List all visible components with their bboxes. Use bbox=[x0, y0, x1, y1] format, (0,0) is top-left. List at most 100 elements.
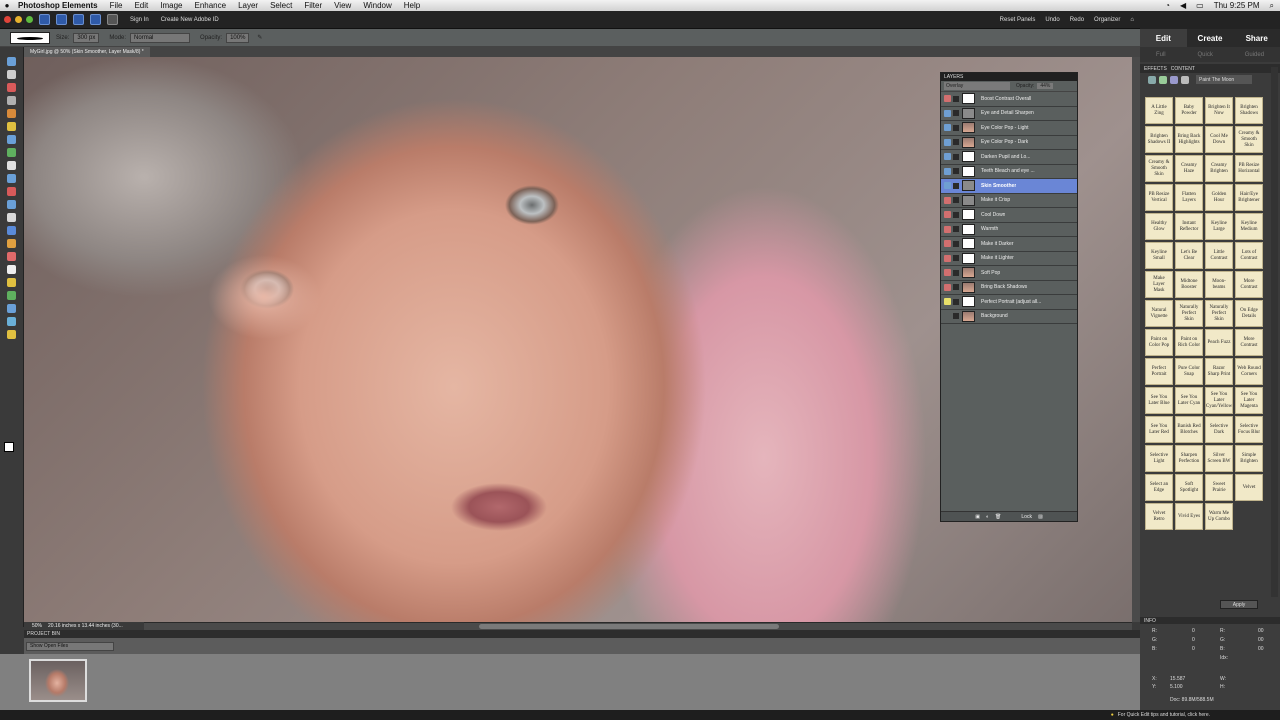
layer-opacity-field[interactable]: 44% bbox=[1037, 83, 1054, 89]
layer-visibility-icon[interactable] bbox=[944, 109, 951, 117]
effect-thumbnail[interactable]: Selective Light bbox=[1145, 445, 1173, 472]
layer-link-icon[interactable] bbox=[953, 110, 959, 117]
mode-select[interactable]: Normal bbox=[130, 32, 191, 43]
gradient-tool-icon[interactable] bbox=[7, 291, 16, 300]
effect-thumbnail[interactable]: Velvet bbox=[1235, 474, 1263, 501]
marquee-tool-icon[interactable] bbox=[7, 109, 16, 118]
layer-row[interactable]: Teeth Bleach and eye ... bbox=[941, 165, 1077, 179]
menu-image[interactable]: Image bbox=[160, 1, 182, 10]
layer-link-icon[interactable] bbox=[953, 197, 959, 204]
eraser-tool-icon[interactable] bbox=[7, 226, 16, 235]
tab-quick[interactable]: Quick bbox=[1197, 52, 1212, 58]
layer-row[interactable]: Perfect Portrait (adjust all... bbox=[941, 295, 1077, 310]
battery-icon[interactable]: ▭ bbox=[1196, 1, 1204, 10]
layer-row[interactable]: Background bbox=[941, 310, 1077, 324]
layer-row[interactable]: Boost Contrast Overall bbox=[941, 92, 1077, 107]
effect-thumbnail[interactable]: Moon-beams bbox=[1205, 271, 1233, 298]
effect-thumbnail[interactable]: Midtone Booster bbox=[1175, 271, 1203, 298]
effect-thumbnail[interactable]: Banish Red Blotches bbox=[1175, 416, 1203, 443]
layer-link-icon[interactable] bbox=[953, 313, 959, 320]
layer-row[interactable]: Eye Color Pop - Dark bbox=[941, 136, 1077, 150]
effect-thumbnail[interactable]: See You Later Blue bbox=[1145, 387, 1173, 414]
tab-create[interactable]: Create bbox=[1187, 29, 1234, 47]
layer-row[interactable]: Eye and Detail Sharpen bbox=[941, 107, 1077, 121]
document-tab[interactable]: MyGirl.jpg @ 50% (Skin Smoother, Layer M… bbox=[24, 47, 150, 57]
layer-visibility-icon[interactable] bbox=[944, 167, 951, 175]
menu-file[interactable]: File bbox=[110, 1, 123, 10]
effect-thumbnail[interactable]: Brighten Shadows II bbox=[1145, 126, 1173, 153]
effect-thumbnail[interactable]: Cool Me Down bbox=[1205, 126, 1233, 153]
sponge-tool-icon[interactable] bbox=[7, 330, 16, 339]
layer-link-icon[interactable] bbox=[953, 284, 959, 291]
create-id-link[interactable]: Create New Adobe ID bbox=[161, 17, 219, 23]
effect-thumbnail[interactable]: Creamy & Smooth Skin bbox=[1235, 126, 1263, 153]
minimize-window-button[interactable] bbox=[15, 16, 22, 23]
save-icon[interactable] bbox=[73, 14, 84, 25]
effect-thumbnail[interactable]: Keyline Large bbox=[1205, 213, 1233, 240]
layer-visibility-icon[interactable] bbox=[944, 182, 951, 190]
redo-button[interactable]: Redo bbox=[1070, 17, 1084, 23]
effect-thumbnail[interactable]: See You Later Cyan bbox=[1175, 387, 1203, 414]
vertical-scrollbar[interactable] bbox=[1132, 57, 1140, 622]
effect-thumbnail[interactable]: Keyline Medium bbox=[1235, 213, 1263, 240]
effect-thumbnail[interactable]: Selective Dark bbox=[1205, 416, 1233, 443]
apple-icon[interactable]: ● bbox=[0, 1, 14, 10]
effect-thumbnail[interactable]: Silver Screen BW bbox=[1205, 445, 1233, 472]
effect-thumbnail[interactable]: Healthy Glow bbox=[1145, 213, 1173, 240]
layer-visibility-icon[interactable] bbox=[944, 240, 951, 248]
quick-edit-tip-link[interactable]: For Quick Edit tips and tutorial, click … bbox=[1118, 712, 1210, 718]
layer-row[interactable]: Make it Lighter bbox=[941, 252, 1077, 266]
tab-full[interactable]: Full bbox=[1156, 52, 1166, 58]
help-icon[interactable] bbox=[90, 14, 101, 25]
effect-thumbnail[interactable]: See You Later Magenta bbox=[1235, 387, 1263, 414]
sign-in-link[interactable]: Sign In bbox=[130, 17, 149, 23]
effect-thumbnail[interactable]: Paint on Color Pop bbox=[1145, 329, 1173, 356]
effect-thumbnail[interactable]: Keyline Small bbox=[1145, 242, 1173, 269]
effect-thumbnail[interactable]: Velvet Retro bbox=[1145, 503, 1173, 530]
layer-link-icon[interactable] bbox=[953, 240, 959, 247]
layer-row[interactable]: Soft Pop bbox=[941, 266, 1077, 281]
effect-thumbnail[interactable]: Lots of Contrast bbox=[1235, 242, 1263, 269]
layer-styles-icon[interactable] bbox=[1159, 75, 1167, 84]
effect-thumbnail[interactable]: See You Later Red bbox=[1145, 416, 1173, 443]
type-tool-icon[interactable] bbox=[7, 161, 16, 170]
menu-help[interactable]: Help bbox=[404, 1, 420, 10]
layer-visibility-icon[interactable] bbox=[944, 269, 951, 277]
photo-effects-icon[interactable] bbox=[1170, 75, 1178, 84]
layer-link-icon[interactable] bbox=[953, 168, 959, 175]
crop-tool-icon[interactable] bbox=[7, 174, 16, 183]
apply-button[interactable]: Apply bbox=[1220, 600, 1258, 609]
zoom-tool-icon[interactable] bbox=[7, 57, 16, 66]
effect-thumbnail[interactable]: Make Layer Mask bbox=[1145, 271, 1173, 298]
tab-content[interactable]: CONTENT bbox=[1171, 66, 1195, 72]
zoom-window-button[interactable] bbox=[26, 16, 33, 23]
spotlight-icon[interactable]: ⌕ bbox=[1270, 1, 1274, 11]
layer-visibility-icon[interactable] bbox=[944, 196, 951, 204]
effect-thumbnail[interactable]: Selective Focus Blur bbox=[1235, 416, 1263, 443]
tab-effects[interactable]: EFFECTS bbox=[1144, 66, 1167, 72]
effect-thumbnail[interactable]: Creamy Haze bbox=[1175, 155, 1203, 182]
menu-view[interactable]: View bbox=[334, 1, 351, 10]
layer-link-icon[interactable] bbox=[953, 124, 959, 131]
healing-brush-icon[interactable] bbox=[7, 200, 16, 209]
layer-row[interactable]: Eye Color Pop - Light bbox=[941, 121, 1077, 136]
menu-enhance[interactable]: Enhance bbox=[194, 1, 226, 10]
foreground-color-swatch[interactable] bbox=[4, 442, 14, 452]
layer-visibility-icon[interactable] bbox=[944, 283, 951, 291]
layer-visibility-icon[interactable] bbox=[944, 312, 951, 320]
effect-thumbnail[interactable]: Razor Sharp Print bbox=[1205, 358, 1233, 385]
organizer-button[interactable]: Organizer bbox=[1094, 17, 1120, 23]
effects-collection-select[interactable]: Paint The Moon bbox=[1196, 75, 1252, 84]
layer-row[interactable]: Cool Down bbox=[941, 208, 1077, 223]
new-file-icon[interactable] bbox=[39, 14, 50, 25]
effect-thumbnail[interactable]: Creamy Brighten bbox=[1205, 155, 1233, 182]
horizontal-scrollbar[interactable] bbox=[24, 622, 1132, 630]
layer-link-icon[interactable] bbox=[953, 153, 959, 160]
layer-visibility-icon[interactable] bbox=[944, 211, 951, 219]
effect-thumbnail[interactable]: Instant Reflector bbox=[1175, 213, 1203, 240]
effect-thumbnail[interactable]: Sharpen Perfection bbox=[1175, 445, 1203, 472]
effect-thumbnail[interactable]: Flatten Layers bbox=[1175, 184, 1203, 211]
layer-visibility-icon[interactable] bbox=[944, 298, 951, 306]
menu-select[interactable]: Select bbox=[270, 1, 292, 10]
effects-scrollbar[interactable] bbox=[1271, 67, 1278, 597]
